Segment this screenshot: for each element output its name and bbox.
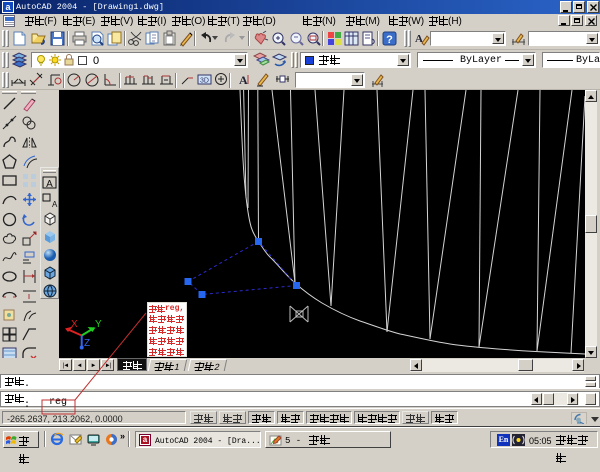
svg-text:?: ? bbox=[386, 34, 393, 46]
svg-text:A: A bbox=[46, 179, 53, 190]
svg-text:X: X bbox=[71, 319, 78, 330]
svg-text:Y: Y bbox=[95, 319, 102, 330]
svg-text:A: A bbox=[52, 200, 58, 209]
svg-text:A: A bbox=[239, 73, 248, 87]
svg-text:3D: 3D bbox=[200, 78, 209, 85]
svg-text:Z: Z bbox=[84, 338, 90, 349]
